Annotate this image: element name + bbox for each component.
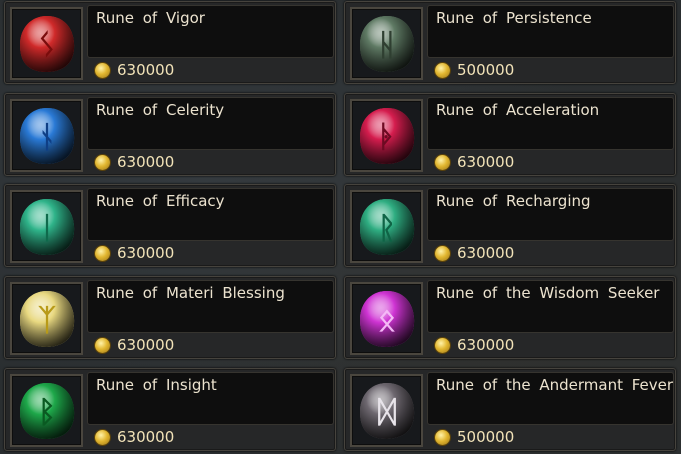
rune-name: Rune of Acceleration — [436, 101, 600, 119]
rune-glyph: ᚺ — [378, 28, 396, 63]
gold-coin-icon — [95, 429, 110, 445]
rune-name: Rune of Recharging — [436, 192, 591, 210]
rune-name-box: Rune of Persistence — [427, 5, 674, 58]
rune-icon-frame: ᚱ — [350, 190, 423, 263]
rune-icon-frame: ᚺ — [350, 7, 423, 80]
rune-price: 630000 — [95, 428, 174, 446]
price-value: 500000 — [457, 61, 515, 79]
rune-stone-icon: ᚺ — [359, 15, 414, 72]
rune-name-box: Rune of Efficacy — [87, 188, 334, 241]
rune-stone-icon: ᛞ — [359, 382, 414, 439]
rune-card[interactable]: ᛒ Rune of Insight 630000 — [4, 368, 336, 451]
rune-name-box: Rune of Acceleration — [427, 97, 674, 150]
rune-price: 630000 — [435, 153, 514, 171]
rune-card[interactable]: ᛟ Rune of the Wisdom Seeker 630000 — [344, 276, 676, 359]
rune-name-box: Rune of Vigor — [87, 5, 334, 58]
price-value: 630000 — [117, 336, 175, 354]
rune-price: 630000 — [95, 153, 174, 171]
gold-coin-icon — [435, 337, 450, 353]
rune-name-box: Rune of Insight — [87, 372, 334, 425]
rune-icon-frame: ᛊ — [10, 7, 83, 80]
rune-stone-icon: ᚱ — [359, 198, 414, 255]
gold-coin-icon — [95, 337, 110, 353]
rune-card[interactable]: ᚾ Rune of Celerity 630000 — [4, 93, 336, 176]
rune-name-box: Rune of Celerity — [87, 97, 334, 150]
rune-card[interactable]: ᚺ Rune of Persistence 500000 — [344, 1, 676, 84]
rune-price: 500000 — [435, 61, 514, 79]
rune-icon-frame: ᛟ — [350, 282, 423, 355]
rune-card[interactable]: ᚧ Rune of Acceleration 630000 — [344, 93, 676, 176]
rune-name: Rune of Vigor — [96, 9, 205, 27]
rune-glyph: ᛉ — [38, 303, 56, 338]
rune-card[interactable]: ᛉ Rune of Materi Blessing 630000 — [4, 276, 336, 359]
rune-glyph: ᛞ — [378, 395, 396, 430]
price-value: 630000 — [457, 336, 515, 354]
price-value: 630000 — [457, 153, 515, 171]
rune-glyph: ᛁ — [38, 211, 56, 246]
rune-price: 630000 — [95, 244, 174, 262]
rune-name: Rune of Persistence — [436, 9, 592, 27]
rune-stone-icon: ᛟ — [359, 290, 414, 347]
rune-price: 630000 — [95, 336, 174, 354]
rune-price: 500000 — [435, 428, 514, 446]
gold-coin-icon — [435, 245, 450, 261]
gold-coin-icon — [95, 154, 110, 170]
rune-name: Rune of Efficacy — [96, 192, 225, 210]
rune-name: Rune of Materi Blessing — [96, 284, 285, 302]
gold-coin-icon — [435, 154, 450, 170]
rune-name: Rune of the Andermant Fever — [436, 376, 674, 394]
gold-coin-icon — [435, 62, 450, 78]
rune-price: 630000 — [95, 61, 174, 79]
price-value: 630000 — [117, 428, 175, 446]
rune-stone-icon: ᛊ — [19, 15, 74, 72]
rune-card[interactable]: ᛞ Rune of the Andermant Fever 500000 — [344, 368, 676, 451]
rune-stone-icon: ᛒ — [19, 382, 74, 439]
rune-stone-icon: ᛉ — [19, 290, 74, 347]
rune-name-box: Rune of Materi Blessing — [87, 280, 334, 333]
rune-glyph: ᛒ — [38, 395, 56, 430]
rune-icon-frame: ᛒ — [10, 374, 83, 447]
price-value: 500000 — [457, 428, 515, 446]
price-value: 630000 — [457, 244, 515, 262]
rune-price: 630000 — [435, 336, 514, 354]
rune-name-box: Rune of Recharging — [427, 188, 674, 241]
rune-price: 630000 — [435, 244, 514, 262]
rune-glyph: ᛊ — [38, 28, 56, 63]
rune-shop-grid: ᛊ Rune of Vigor 630000 ᚺ Rune of Persist… — [0, 0, 681, 454]
gold-coin-icon — [95, 62, 110, 78]
rune-glyph: ᚱ — [378, 211, 396, 246]
rune-icon-frame: ᛁ — [10, 190, 83, 263]
rune-glyph: ᚧ — [378, 120, 396, 155]
rune-stone-icon: ᛁ — [19, 198, 74, 255]
rune-name: Rune of Insight — [96, 376, 217, 394]
rune-card[interactable]: ᛊ Rune of Vigor 630000 — [4, 1, 336, 84]
rune-icon-frame: ᚧ — [350, 99, 423, 172]
price-value: 630000 — [117, 244, 175, 262]
rune-stone-icon: ᚾ — [19, 107, 74, 164]
rune-name-box: Rune of the Andermant Fever — [427, 372, 674, 425]
rune-stone-icon: ᚧ — [359, 107, 414, 164]
rune-name-box: Rune of the Wisdom Seeker — [427, 280, 674, 333]
rune-icon-frame: ᛉ — [10, 282, 83, 355]
rune-glyph: ᚾ — [38, 120, 56, 155]
gold-coin-icon — [435, 429, 450, 445]
rune-name: Rune of the Wisdom Seeker — [436, 284, 660, 302]
price-value: 630000 — [117, 61, 175, 79]
rune-card[interactable]: ᛁ Rune of Efficacy 630000 — [4, 184, 336, 267]
rune-name: Rune of Celerity — [96, 101, 225, 119]
rune-icon-frame: ᚾ — [10, 99, 83, 172]
gold-coin-icon — [95, 245, 110, 261]
rune-card[interactable]: ᚱ Rune of Recharging 630000 — [344, 184, 676, 267]
rune-glyph: ᛟ — [378, 303, 396, 338]
price-value: 630000 — [117, 153, 175, 171]
rune-icon-frame: ᛞ — [350, 374, 423, 447]
